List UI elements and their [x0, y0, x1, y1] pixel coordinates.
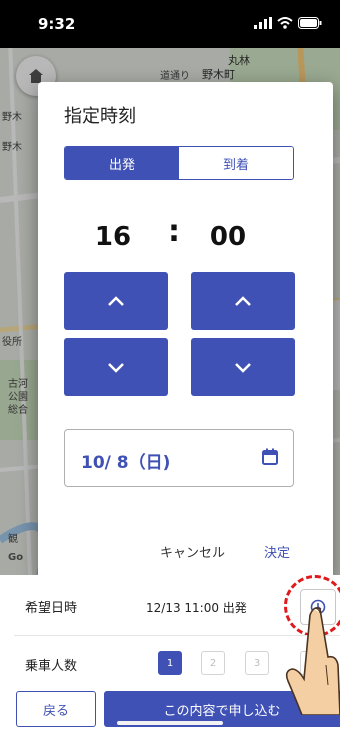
date-value: 10/ 8（日): [81, 453, 171, 473]
arrive-toggle-button[interactable]: 到着: [179, 147, 293, 179]
minute-decrement-button[interactable]: [191, 338, 295, 396]
hour-decrement-button[interactable]: [64, 338, 168, 396]
depart-arrive-toggle: 出発 到着: [64, 146, 294, 180]
hour-value: 16: [94, 222, 132, 252]
hour-increment-button[interactable]: [64, 272, 168, 330]
calendar-icon: [262, 448, 278, 465]
date-picker-field[interactable]: 10/ 8（日): [64, 429, 294, 487]
status-time: 9:32: [38, 15, 76, 33]
passenger-option-1[interactable]: 1: [158, 651, 182, 675]
signal-icon: [254, 17, 272, 29]
home-indicator: [117, 721, 223, 725]
status-bar: 9:32: [0, 0, 340, 48]
screen: 丸林 野木町 道通り 野木 野木 役所 古河 公園 総合 観 Go 9:32 指…: [0, 0, 340, 735]
dialog-title: 指定時刻: [64, 106, 136, 127]
desired-datetime-value: 12/13 11:00 出発: [146, 601, 247, 615]
chevron-down-icon: [108, 363, 124, 373]
chevron-up-icon: [108, 296, 124, 306]
back-button[interactable]: 戻る: [16, 691, 96, 727]
passenger-option-3[interactable]: 3: [245, 651, 269, 675]
minute-value: 00: [209, 222, 247, 252]
time-separator: :: [168, 214, 180, 249]
cancel-button[interactable]: キャンセル: [160, 542, 225, 561]
confirm-button[interactable]: 決定: [264, 542, 290, 561]
depart-toggle-button[interactable]: 出発: [65, 147, 179, 179]
status-icons: [254, 17, 322, 29]
desired-datetime-label: 希望日時: [25, 601, 78, 616]
chevron-up-icon: [235, 296, 251, 306]
passenger-option-2[interactable]: 2: [201, 651, 225, 675]
pointing-hand-icon: [285, 607, 340, 715]
passenger-count-label: 乗車人数: [25, 659, 78, 674]
time-picker-dialog: 指定時刻 出発 到着 16 : 00 10/ 8（日) キャンセル 決定: [38, 82, 333, 579]
wifi-icon: [277, 17, 293, 29]
minute-increment-button[interactable]: [191, 272, 295, 330]
chevron-down-icon: [235, 363, 251, 373]
battery-icon: [298, 17, 322, 29]
